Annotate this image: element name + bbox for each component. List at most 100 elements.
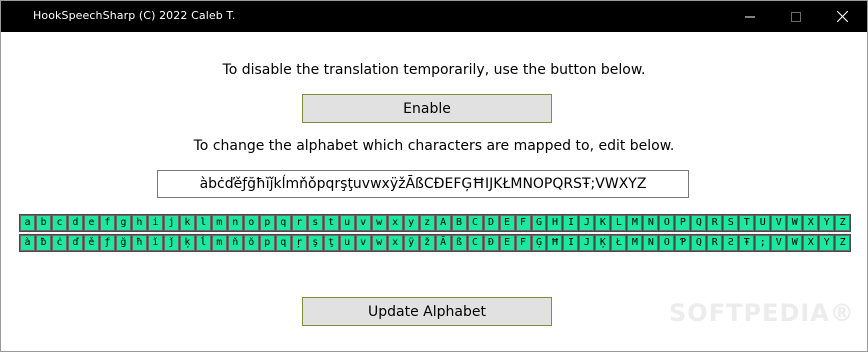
change-instructions: To change the alphabet which characters … bbox=[193, 138, 675, 154]
source-char-cell: f bbox=[99, 215, 115, 231]
source-char-cell: Z bbox=[835, 215, 851, 231]
target-char-cell: ě bbox=[83, 235, 99, 251]
source-char-cell: X bbox=[803, 215, 819, 231]
target-char-cell: Ð bbox=[483, 235, 499, 251]
source-char-cell: j bbox=[163, 215, 179, 231]
title-bar[interactable]: HookSpeechSharp (C) 2022 Caleb T. bbox=[1, 1, 867, 32]
source-char-cell: F bbox=[515, 215, 531, 231]
source-char-cell: A bbox=[435, 215, 451, 231]
target-char-cell: ş bbox=[307, 235, 323, 251]
source-char-cell: K bbox=[595, 215, 611, 231]
alphabet-input[interactable]: àbċďěƒğħĭǰkĺmňǒpqrşţuvwxÿžĀßCÐEFĢĦIJKŁMN… bbox=[157, 170, 689, 198]
disable-instructions: To disable the translation temporarily, … bbox=[222, 62, 646, 78]
source-char-cell: D bbox=[483, 215, 499, 231]
target-char-cell: ď bbox=[67, 235, 83, 251]
target-char-cell: ǰ bbox=[163, 235, 179, 251]
target-char-cell: C bbox=[467, 235, 483, 251]
target-char-cell: ğ bbox=[115, 235, 131, 251]
target-char-cell: Ƨ bbox=[723, 235, 739, 251]
source-char-cell: q bbox=[275, 215, 291, 231]
target-char-cell: p bbox=[259, 235, 275, 251]
source-char-cell: k bbox=[179, 215, 195, 231]
source-char-cell: C bbox=[467, 215, 483, 231]
update-alphabet-button[interactable]: Update Alphabet bbox=[302, 297, 552, 326]
source-char-cell: N bbox=[643, 215, 659, 231]
target-char-cell: ß bbox=[451, 235, 467, 251]
minimize-button[interactable] bbox=[727, 1, 773, 32]
source-char-cell: S bbox=[723, 215, 739, 231]
source-char-cell: T bbox=[739, 215, 755, 231]
target-char-cell: V bbox=[771, 235, 787, 251]
source-char-cell: Q bbox=[691, 215, 707, 231]
close-button[interactable] bbox=[819, 1, 865, 32]
target-char-cell: I bbox=[563, 235, 579, 251]
source-char-cell: H bbox=[547, 215, 563, 231]
target-char-cell: Ķ bbox=[595, 235, 611, 251]
source-char-cell: U bbox=[755, 215, 771, 231]
source-char-cell: u bbox=[339, 215, 355, 231]
maximize-icon bbox=[791, 11, 801, 22]
target-char-cell: Ƥ bbox=[675, 235, 691, 251]
maximize-button[interactable] bbox=[773, 1, 819, 32]
target-char-cell: Q bbox=[691, 235, 707, 251]
target-char-cell: ĭ bbox=[147, 235, 163, 251]
source-char-cell: l bbox=[195, 215, 211, 231]
source-char-cell: J bbox=[579, 215, 595, 231]
target-char-cell: F bbox=[515, 235, 531, 251]
source-char-cell: c bbox=[51, 215, 67, 231]
target-char-cell: Ŧ bbox=[739, 235, 755, 251]
source-char-cell: W bbox=[787, 215, 803, 231]
source-char-cell: e bbox=[83, 215, 99, 231]
target-char-cell: ċ bbox=[51, 235, 67, 251]
target-char-cell: Ħ bbox=[547, 235, 563, 251]
target-char-cell: ň bbox=[227, 235, 243, 251]
source-char-cell: n bbox=[227, 215, 243, 231]
target-char-cell: x bbox=[387, 235, 403, 251]
app-window: HookSpeechSharp (C) 2022 Caleb T. To dis… bbox=[0, 0, 868, 352]
target-char-cell: Ā bbox=[435, 235, 451, 251]
target-char-cell: X bbox=[803, 235, 819, 251]
target-char-cell: ƀ bbox=[35, 235, 51, 251]
target-char-cell: ÿ bbox=[403, 235, 419, 251]
target-alphabet-row: àƀċďěƒğħĭǰķĺmňŏpqŗşţuvwxÿžĀßCÐEFĢĦIJĶŁMN… bbox=[19, 234, 851, 252]
source-char-cell: Y bbox=[819, 215, 835, 231]
target-char-cell: W bbox=[787, 235, 803, 251]
target-char-cell: q bbox=[275, 235, 291, 251]
source-char-cell: p bbox=[259, 215, 275, 231]
source-char-cell: R bbox=[707, 215, 723, 231]
source-char-cell: P bbox=[675, 215, 691, 231]
source-char-cell: t bbox=[323, 215, 339, 231]
target-char-cell: ž bbox=[419, 235, 435, 251]
source-char-cell: x bbox=[387, 215, 403, 231]
source-char-cell: w bbox=[371, 215, 387, 231]
source-char-cell: h bbox=[131, 215, 147, 231]
target-char-cell: ƒ bbox=[99, 235, 115, 251]
source-char-cell: i bbox=[147, 215, 163, 231]
source-char-cell: V bbox=[771, 215, 787, 231]
minimize-icon bbox=[745, 16, 755, 17]
target-char-cell: R bbox=[707, 235, 723, 251]
source-char-cell: E bbox=[499, 215, 515, 231]
target-char-cell: Ł bbox=[611, 235, 627, 251]
source-char-cell: r bbox=[291, 215, 307, 231]
target-char-cell: ţ bbox=[323, 235, 339, 251]
target-char-cell: M bbox=[627, 235, 643, 251]
target-char-cell: O bbox=[659, 235, 675, 251]
source-char-cell: a bbox=[20, 215, 35, 231]
target-char-cell: à bbox=[20, 235, 35, 251]
source-char-cell: G bbox=[531, 215, 547, 231]
source-char-cell: y bbox=[403, 215, 419, 231]
source-char-cell: b bbox=[35, 215, 51, 231]
target-char-cell: u bbox=[339, 235, 355, 251]
source-char-cell: v bbox=[355, 215, 371, 231]
source-char-cell: g bbox=[115, 215, 131, 231]
source-char-cell: s bbox=[307, 215, 323, 231]
close-icon bbox=[836, 11, 848, 22]
target-char-cell: Ģ bbox=[531, 235, 547, 251]
enable-button[interactable]: Enable bbox=[302, 94, 552, 123]
target-char-cell: ĺ bbox=[195, 235, 211, 251]
target-char-cell: E bbox=[499, 235, 515, 251]
target-char-cell: ŏ bbox=[243, 235, 259, 251]
window-title: HookSpeechSharp (C) 2022 Caleb T. bbox=[33, 9, 236, 22]
watermark: SOFTPEDIA® bbox=[669, 299, 855, 327]
